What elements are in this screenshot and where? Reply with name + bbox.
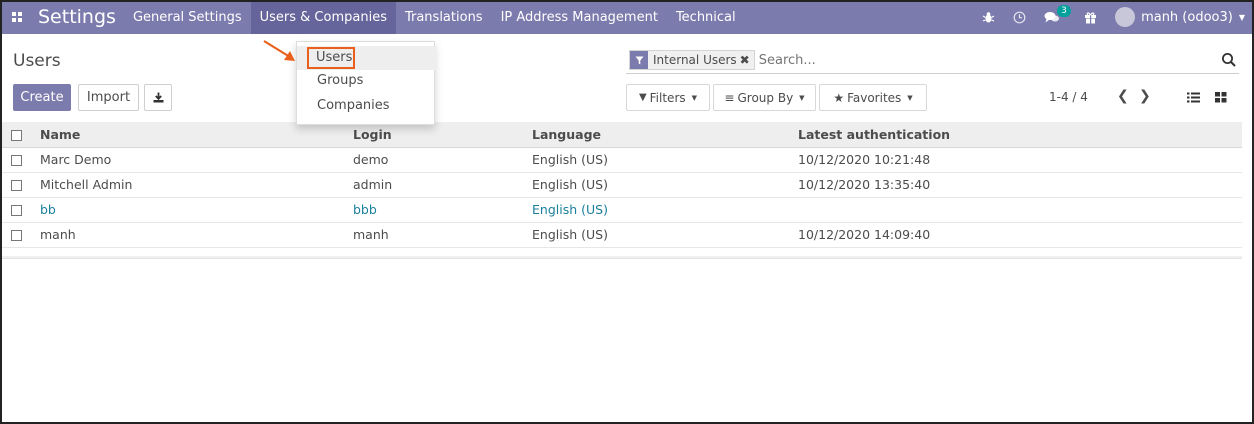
cell-login[interactable]: demo — [353, 147, 532, 172]
users-table: Name Login Language Latest authenticatio… — [2, 122, 1242, 248]
dropdown-item-groups[interactable]: Groups — [317, 73, 363, 88]
table-row[interactable]: Mitchell Admin admin English (US) 10/12/… — [2, 172, 1242, 197]
cell-latest-auth[interactable]: 10/12/2020 10:21:48 — [798, 147, 1242, 172]
row-checkbox[interactable] — [11, 205, 22, 216]
groupby-label: Group By — [737, 90, 794, 105]
dropdown-item-companies[interactable]: Companies — [317, 98, 390, 113]
select-all-cell — [2, 122, 40, 147]
menu-users-companies[interactable]: Users & Companies — [250, 0, 396, 34]
cell-latest-auth[interactable] — [798, 197, 1242, 222]
remove-facet-icon[interactable]: ✖ — [740, 53, 754, 67]
menu-general-settings[interactable]: General Settings — [124, 0, 251, 34]
kanban-view-icon — [1215, 91, 1227, 102]
row-select-cell — [2, 222, 40, 247]
filter-funnel-icon — [630, 51, 648, 69]
cell-name[interactable]: Marc Demo — [40, 147, 353, 172]
cell-name[interactable]: manh — [40, 222, 353, 247]
cell-language[interactable]: English (US) — [532, 222, 798, 247]
pager-previous-icon[interactable]: ❮ — [1117, 88, 1129, 104]
app-title[interactable]: Settings — [34, 6, 124, 28]
filters-label: Filters — [649, 90, 686, 105]
column-header-name[interactable]: Name — [40, 122, 353, 147]
column-header-language[interactable]: Language — [532, 122, 798, 147]
table-footer-divider — [2, 256, 1242, 259]
cell-latest-auth[interactable]: 10/12/2020 13:35:40 — [798, 172, 1242, 197]
list-view-icon — [1186, 92, 1200, 102]
users-companies-dropdown: Users Groups Companies — [296, 41, 436, 125]
menu-translations[interactable]: Translations — [396, 0, 492, 34]
row-select-cell — [2, 172, 40, 197]
user-label: manh (odoo3) — [1141, 9, 1233, 25]
filters-dropdown-button[interactable]: ▼ Filters ▼ — [626, 84, 710, 111]
import-button[interactable]: Import — [78, 84, 139, 111]
table-row[interactable]: manh manh English (US) 10/12/2020 14:09:… — [2, 222, 1242, 247]
cell-login[interactable]: bbb — [353, 197, 532, 222]
activity-clock-icon[interactable] — [1004, 0, 1035, 34]
search-facet[interactable]: Internal Users ✖ — [629, 50, 755, 70]
caret-down-icon: ▼ — [1238, 12, 1245, 22]
cell-login[interactable]: manh — [353, 222, 532, 247]
row-checkbox[interactable] — [11, 230, 22, 241]
messages-chat-icon[interactable]: 3 — [1035, 0, 1071, 34]
dropdown-item-users[interactable]: Users — [297, 46, 436, 70]
row-checkbox[interactable] — [11, 155, 22, 166]
download-icon — [153, 92, 163, 103]
caret-down-icon: ▼ — [691, 93, 698, 102]
facet-label: Internal Users — [653, 53, 737, 67]
cell-name[interactable]: Mitchell Admin — [40, 172, 353, 197]
star-icon: ★ — [833, 90, 845, 105]
column-header-latest-authentication[interactable]: Latest authentication — [798, 122, 1242, 147]
favorites-label: Favorites — [847, 90, 902, 105]
favorites-dropdown-button[interactable]: ★ Favorites ▼ — [819, 84, 927, 111]
row-select-cell — [2, 197, 40, 222]
pager-next-icon[interactable]: ❯ — [1139, 88, 1151, 104]
download-button[interactable] — [144, 84, 172, 111]
groupby-dropdown-button[interactable]: ≡ Group By ▼ — [713, 84, 816, 111]
top-navbar: Settings General Settings Users & Compan… — [0, 0, 1254, 34]
pager-value[interactable]: 1-4 / 4 — [1049, 90, 1088, 104]
apps-menu-icon[interactable] — [0, 0, 34, 34]
search-input[interactable] — [758, 52, 1179, 68]
kanban-view-button[interactable] — [1207, 86, 1235, 108]
systray: 3 manh (odoo3) ▼ — [973, 0, 1254, 34]
cell-name[interactable]: bb — [40, 197, 353, 222]
avatar — [1115, 7, 1136, 27]
row-select-cell — [2, 147, 40, 172]
table-header-row: Name Login Language Latest authenticatio… — [2, 122, 1242, 147]
caret-down-icon: ▼ — [907, 93, 913, 102]
cell-language[interactable]: English (US) — [532, 147, 798, 172]
menu-technical[interactable]: Technical — [667, 0, 745, 34]
users-list: Name Login Language Latest authenticatio… — [0, 122, 1254, 248]
debug-bug-icon[interactable] — [973, 0, 1004, 34]
cell-login[interactable]: admin — [353, 172, 532, 197]
row-checkbox[interactable] — [11, 180, 22, 191]
table-row[interactable]: Marc Demo demo English (US) 10/12/2020 1… — [2, 147, 1242, 172]
caret-down-icon: ▼ — [799, 93, 805, 102]
top-menu: General Settings Users & Companies Trans… — [124, 0, 745, 34]
select-all-checkbox[interactable] — [11, 129, 22, 141]
gift-icon[interactable] — [1075, 0, 1106, 34]
cell-language[interactable]: English (US) — [532, 197, 798, 222]
dropdown-item-users-label: Users — [316, 50, 353, 65]
filter-funnel-icon: ▼ — [638, 92, 647, 103]
user-menu[interactable]: manh (odoo3) ▼ — [1106, 0, 1254, 34]
cell-latest-auth[interactable]: 10/12/2020 14:09:40 — [798, 222, 1242, 247]
menu-ip-address-management[interactable]: IP Address Management — [492, 0, 667, 34]
search-box: Internal Users ✖ — [626, 47, 1239, 74]
page-title: Users — [13, 51, 61, 71]
table-row[interactable]: bb bbb English (US) — [2, 197, 1242, 222]
list-view-button[interactable] — [1179, 86, 1207, 108]
cell-language[interactable]: English (US) — [532, 172, 798, 197]
highlight-box: Users — [307, 47, 355, 69]
column-header-login[interactable]: Login — [353, 122, 532, 147]
bars-icon: ≡ — [724, 90, 735, 105]
chat-count-badge: 3 — [1057, 5, 1071, 17]
annotation-arrow-icon — [263, 40, 295, 61]
create-button[interactable]: Create — [13, 84, 71, 111]
search-icon[interactable] — [1221, 52, 1237, 68]
